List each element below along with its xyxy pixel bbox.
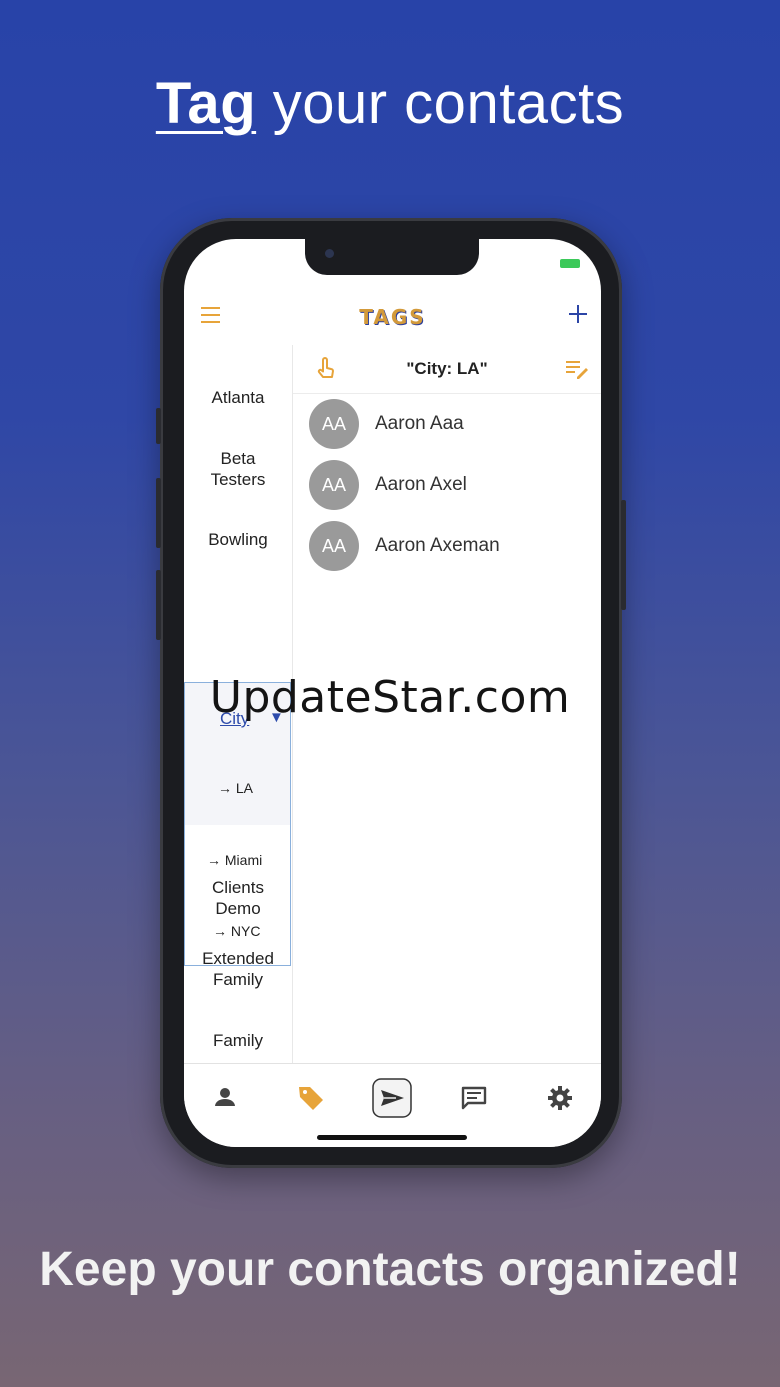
sidebar-item-family[interactable]: Family	[184, 1030, 292, 1051]
edit-list-icon[interactable]	[565, 358, 589, 380]
sidebar-item-beta-testers[interactable]: Beta Testers	[184, 448, 292, 490]
avatar: AA	[309, 399, 359, 449]
sub-item-la[interactable]: → LA	[218, 780, 253, 796]
headline-emphasis: Tag	[155, 71, 257, 136]
avatar: AA	[309, 460, 359, 510]
camera	[325, 249, 334, 258]
filter-header: "City: LA"	[293, 345, 601, 394]
sidebar-item-bowling[interactable]: Bowling	[184, 529, 292, 550]
power-button	[621, 500, 626, 610]
headline: Tag your contacts	[0, 70, 780, 137]
contact-name: Aaron Aaa	[375, 413, 464, 434]
sub-item-miami[interactable]: → Miami	[207, 852, 262, 868]
add-icon[interactable]	[567, 303, 589, 325]
send-icon[interactable]	[372, 1078, 412, 1118]
person-icon[interactable]	[205, 1078, 245, 1118]
app-title: TAGS	[359, 305, 426, 329]
mute-switch	[156, 408, 161, 444]
home-indicator	[317, 1135, 467, 1140]
sub-item-nyc[interactable]: → NYC	[213, 923, 260, 939]
app-header: TAGS	[184, 297, 601, 337]
volume-up-button	[156, 478, 161, 548]
city-group: City ▼ → LA → Miami → NYC	[184, 682, 291, 966]
sidebar-item-extended-family[interactable]: Extended Family	[184, 948, 292, 990]
filter-title: "City: LA"	[406, 359, 488, 378]
contact-row[interactable]: AA Aaron Aaa	[309, 399, 599, 451]
tag-icon[interactable]	[291, 1078, 331, 1118]
contact-name: Aaron Axel	[375, 474, 467, 495]
contact-row[interactable]: AA Aaron Axeman	[309, 521, 599, 573]
headline-rest: your contacts	[256, 71, 625, 136]
footer-tagline: Keep your contacts organized!	[39, 1243, 741, 1296]
contact-name: Aaron Axeman	[375, 535, 500, 556]
gear-icon[interactable]	[540, 1078, 580, 1118]
sidebar-item-atlanta[interactable]: Atlanta	[184, 387, 292, 408]
battery-icon	[560, 259, 580, 268]
avatar: AA	[309, 521, 359, 571]
watermark-text: UpdateStar.com	[209, 672, 571, 723]
contact-row[interactable]: AA Aaron Axel	[309, 460, 599, 512]
message-icon[interactable]	[454, 1078, 494, 1118]
sidebar-item-clients-demo[interactable]: Clients Demo	[184, 877, 292, 919]
notch	[305, 239, 479, 275]
volume-down-button	[156, 570, 161, 640]
